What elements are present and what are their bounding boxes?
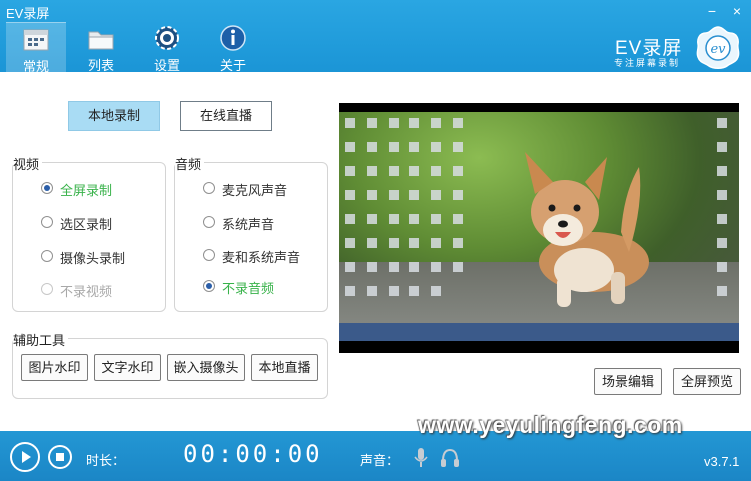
tab-list[interactable]: 列表: [71, 22, 131, 73]
play-icon: [22, 451, 31, 463]
header-bar: EV录屏 − × 常规 列表 设置 关于 EV录屏 专注屏幕录制 ev: [0, 0, 751, 74]
local-live-button[interactable]: 本地直播: [251, 354, 318, 381]
close-button[interactable]: ×: [728, 2, 746, 20]
microphone-icon[interactable]: [413, 447, 429, 469]
logo-badge-icon: ev: [696, 26, 740, 69]
minimize-button[interactable]: −: [703, 2, 721, 20]
audio-option-label: 麦和系统声音: [222, 250, 301, 265]
tab-settings-label: 设置: [153, 58, 180, 73]
image-watermark-button[interactable]: 图片水印: [21, 354, 88, 381]
tab-general[interactable]: 常规: [6, 22, 66, 74]
video-option-label: 摄像头录制: [60, 251, 126, 266]
radio-icon[interactable]: [203, 249, 215, 261]
tab-about-label: 关于: [219, 58, 246, 73]
stop-icon: [56, 453, 64, 461]
duration-timer: 00:00:00: [183, 440, 323, 468]
headphones-icon[interactable]: [440, 447, 460, 469]
audio-option-label: 不录音频: [222, 281, 275, 296]
site-watermark: www.yeyulingfeng.com: [418, 412, 683, 438]
sound-label: 声音：: [360, 453, 400, 468]
radio-icon[interactable]: [203, 182, 215, 194]
version-label: v3.7.1: [704, 454, 740, 469]
embed-camera-button[interactable]: 嵌入摄像头: [167, 354, 245, 381]
tab-about[interactable]: 关于: [203, 22, 263, 73]
play-button[interactable]: [10, 442, 40, 472]
radio-icon: [41, 283, 53, 295]
tools-group-title: 辅助工具: [13, 330, 69, 349]
folder-icon: [88, 31, 114, 50]
text-watermark-button[interactable]: 文字水印: [94, 354, 161, 381]
video-option-label: 选区录制: [60, 217, 113, 232]
screen-preview: [339, 103, 739, 353]
video-group-title: 视频: [13, 154, 43, 173]
scene-edit-button[interactable]: 场景编辑: [594, 368, 662, 395]
duration-label: 时长：: [86, 453, 126, 468]
desktop-taskbar: [339, 323, 739, 341]
tab-settings[interactable]: 设置: [137, 22, 197, 73]
desktop-icons-image: [345, 118, 727, 307]
fullscreen-preview-button[interactable]: 全屏预览: [673, 368, 741, 395]
live-stream-button[interactable]: 在线直播: [180, 101, 272, 131]
info-icon: [220, 25, 246, 51]
video-option-label: 全屏录制: [60, 183, 113, 198]
tab-general-label: 常规: [22, 59, 49, 74]
logo-subtitle: 专注屏幕录制: [614, 58, 681, 68]
audio-group-title: 音频: [175, 154, 205, 173]
logo-badge-text: ev: [710, 42, 726, 57]
app-title: EV录屏: [6, 6, 50, 21]
local-record-button[interactable]: 本地录制: [68, 101, 160, 131]
desktop-thumbnail: [339, 112, 739, 341]
audio-option-label: 系统声音: [222, 217, 275, 232]
audio-option-label: 麦克风声音: [222, 183, 288, 198]
radio-icon[interactable]: [203, 280, 215, 292]
corgi-dog-image: [525, 152, 649, 307]
video-group: 视频 全屏录制 选区录制 摄像头录制 不录视频: [12, 154, 166, 312]
calendar-icon: [23, 29, 49, 51]
radio-icon[interactable]: [41, 250, 53, 262]
radio-icon[interactable]: [203, 216, 215, 228]
tab-list-label: 列表: [87, 58, 114, 73]
radio-icon[interactable]: [41, 216, 53, 228]
video-option-label: 不录视频: [60, 284, 113, 299]
radio-icon[interactable]: [41, 182, 53, 194]
gear-icon: [155, 26, 179, 50]
audio-group: 音频 麦克风声音 系统声音 麦和系统声音 不录音频: [174, 154, 328, 312]
stop-button[interactable]: [48, 445, 72, 469]
